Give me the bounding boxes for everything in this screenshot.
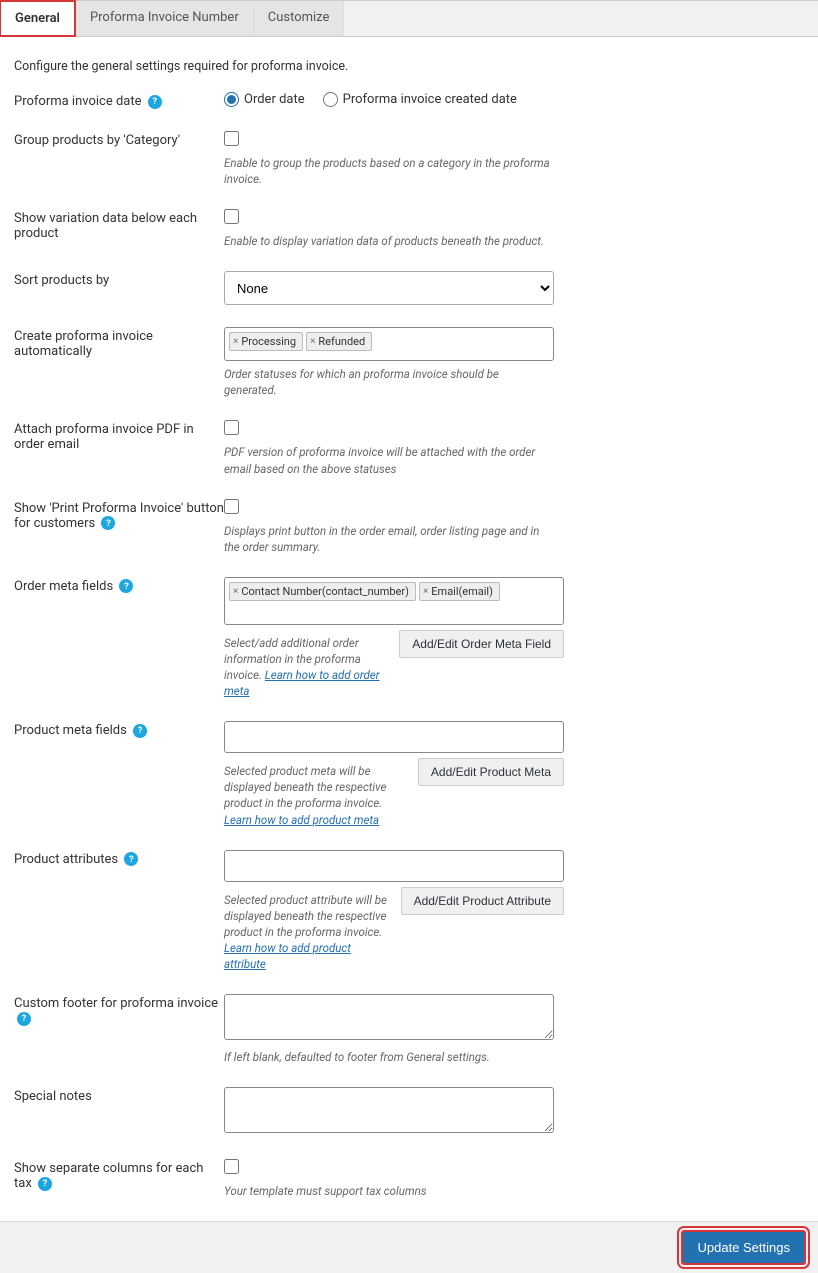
checkbox-separate-tax[interactable] — [224, 1159, 239, 1174]
intro-text: Configure the general settings required … — [14, 59, 804, 74]
label-separate-tax: Show separate columns for each tax ? — [14, 1159, 224, 1191]
label-auto-invoice: Create proforma invoice automatically — [14, 327, 224, 359]
desc-product-meta: Selected product meta will be displayed … — [224, 763, 408, 827]
tag-refunded[interactable]: ×Refunded — [306, 332, 372, 351]
tagbox-order-meta[interactable]: ×Contact Number(contact_number) ×Email(e… — [224, 577, 564, 625]
label-group-category: Group products by 'Category' — [14, 131, 224, 148]
tab-proforma-number[interactable]: Proforma Invoice Number — [76, 1, 254, 36]
add-edit-product-meta-button[interactable]: Add/Edit Product Meta — [418, 758, 564, 786]
label-product-attr: Product attributes ? — [14, 850, 224, 867]
label-special-notes: Special notes — [14, 1087, 224, 1104]
update-settings-button[interactable]: Update Settings — [681, 1230, 806, 1265]
tab-general[interactable]: General — [0, 0, 76, 37]
desc-print-button: Displays print button in the order email… — [224, 523, 554, 555]
radio-order-date[interactable]: Order date — [224, 92, 305, 107]
tag-email[interactable]: ×Email(email) — [419, 582, 500, 601]
label-order-meta: Order meta fields ? — [14, 577, 224, 594]
footer-bar: Update Settings — [0, 1221, 818, 1273]
desc-variation-data: Enable to display variation data of prod… — [224, 233, 554, 249]
radio-created-date[interactable]: Proforma invoice created date — [323, 92, 517, 107]
help-icon[interactable]: ? — [119, 579, 133, 593]
radio-created-date-input[interactable] — [323, 92, 338, 107]
desc-auto-invoice: Order statuses for which an proforma inv… — [224, 366, 554, 398]
tagbox-product-meta[interactable] — [224, 721, 564, 753]
checkbox-attach-pdf[interactable] — [224, 420, 239, 435]
settings-content: Configure the general settings required … — [0, 37, 818, 1199]
link-learn-product-attr[interactable]: Learn how to add product attribute — [224, 941, 351, 971]
add-edit-product-attr-button[interactable]: Add/Edit Product Attribute — [401, 887, 564, 915]
tag-contact-number[interactable]: ×Contact Number(contact_number) — [229, 582, 416, 601]
close-icon[interactable]: × — [233, 336, 238, 347]
checkbox-print-button[interactable] — [224, 499, 239, 514]
label-attach-pdf: Attach proforma invoice PDF in order ema… — [14, 420, 224, 452]
label-product-meta: Product meta fields ? — [14, 721, 224, 738]
label-print-button: Show 'Print Proforma Invoice' button for… — [14, 499, 224, 531]
help-icon[interactable]: ? — [101, 516, 115, 530]
label-custom-footer: Custom footer for proforma invoice ? — [14, 994, 224, 1026]
desc-custom-footer: If left blank, defaulted to footer from … — [224, 1049, 554, 1065]
textarea-special-notes[interactable] — [224, 1087, 554, 1133]
desc-group-category: Enable to group the products based on a … — [224, 155, 554, 187]
tag-processing[interactable]: ×Processing — [229, 332, 303, 351]
checkbox-group-category[interactable] — [224, 131, 239, 146]
select-sort-by[interactable]: None — [224, 271, 554, 305]
label-sort-by: Sort products by — [14, 271, 224, 288]
radio-group-invoice-date: Order date Proforma invoice created date — [224, 92, 554, 107]
help-icon[interactable]: ? — [133, 724, 147, 738]
help-icon[interactable]: ? — [38, 1177, 52, 1191]
desc-attach-pdf: PDF version of proforma invoice will be … — [224, 444, 554, 476]
tab-customize[interactable]: Customize — [254, 1, 345, 36]
help-icon[interactable]: ? — [148, 95, 162, 109]
desc-separate-tax: Your template must support tax columns — [224, 1183, 554, 1199]
close-icon[interactable]: × — [233, 586, 238, 597]
label-variation-data: Show variation data below each product — [14, 209, 224, 241]
close-icon[interactable]: × — [310, 336, 315, 347]
close-icon[interactable]: × — [423, 586, 428, 597]
desc-product-attr: Selected product attribute will be displ… — [224, 892, 391, 972]
link-learn-product-meta[interactable]: Learn how to add product meta — [224, 813, 379, 827]
checkbox-variation-data[interactable] — [224, 209, 239, 224]
tagbox-product-attr[interactable] — [224, 850, 564, 882]
textarea-custom-footer[interactable] — [224, 994, 554, 1040]
tagbox-auto-invoice[interactable]: ×Processing ×Refunded — [224, 327, 554, 361]
label-invoice-date: Proforma invoice date ? — [14, 92, 224, 109]
tabs-bar: General Proforma Invoice Number Customiz… — [0, 0, 818, 37]
desc-order-meta: Select/add additional order information … — [224, 635, 389, 699]
help-icon[interactable]: ? — [124, 852, 138, 866]
radio-order-date-input[interactable] — [224, 92, 239, 107]
add-edit-order-meta-button[interactable]: Add/Edit Order Meta Field — [399, 630, 564, 658]
